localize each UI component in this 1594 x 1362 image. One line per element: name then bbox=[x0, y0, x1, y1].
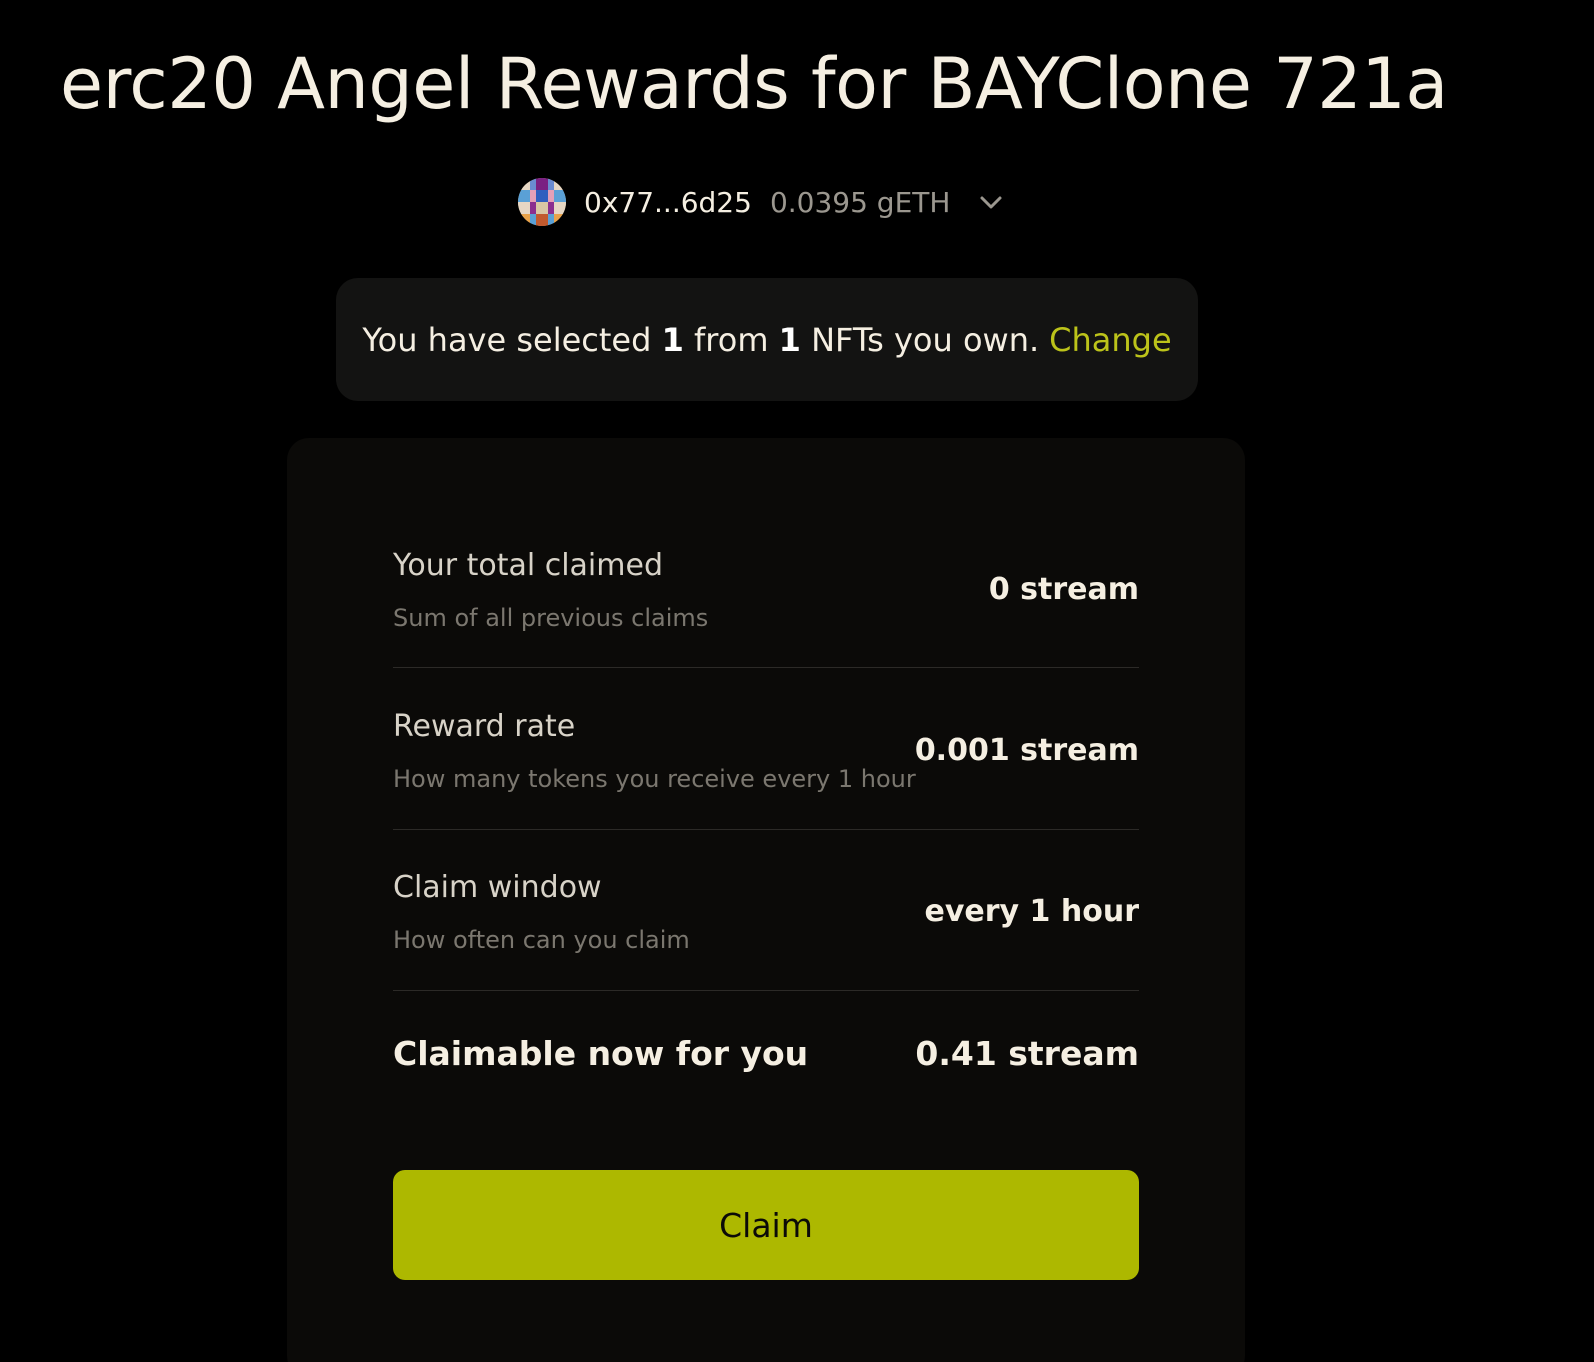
pixel-avatar-icon bbox=[518, 178, 566, 226]
reward-rate-value: 0.001 stream bbox=[914, 733, 1139, 768]
wallet-balance: 0.0395 gETH bbox=[769, 185, 951, 219]
rewards-card: Your total claimed Sum of all previous c… bbox=[287, 438, 1245, 1362]
total-claimed-description: Sum of all previous claims bbox=[393, 604, 709, 632]
owned-count: 1 bbox=[778, 320, 801, 359]
divider bbox=[393, 667, 1139, 668]
rewards-page: erc20 Angel Rewards for BAYClone 721a 0x… bbox=[0, 0, 1594, 1362]
total-claimed-label: Your total claimed bbox=[393, 548, 663, 583]
claim-window-label: Claim window bbox=[393, 870, 602, 905]
nft-selection-summary: You have selected 1 from 1 NFTs you own.… bbox=[336, 278, 1198, 401]
claim-window-value: every 1 hour bbox=[924, 894, 1139, 929]
page-title: erc20 Angel Rewards for BAYClone 721a bbox=[60, 43, 1448, 125]
claimable-now-row: Claimable now for you 0.41 stream bbox=[393, 1032, 1139, 1082]
total-claimed-row: Your total claimed Sum of all previous c… bbox=[393, 544, 1139, 634]
selected-count: 1 bbox=[661, 320, 684, 359]
selection-prefix: You have selected bbox=[362, 320, 652, 359]
chevron-down-icon[interactable] bbox=[978, 189, 1004, 215]
divider bbox=[393, 829, 1139, 830]
reward-rate-label: Reward rate bbox=[393, 709, 576, 744]
selection-middle: from bbox=[694, 320, 769, 359]
change-selection-link[interactable]: Change bbox=[1049, 321, 1172, 359]
total-claimed-value: 0 stream bbox=[988, 572, 1139, 607]
wallet-account-menu[interactable]: 0x77...6d25 0.0395 gETH bbox=[518, 178, 1004, 226]
claimable-now-label: Claimable now for you bbox=[393, 1034, 809, 1073]
claimable-now-value: 0.41 stream bbox=[915, 1034, 1139, 1073]
claim-window-row: Claim window How often can you claim eve… bbox=[393, 867, 1139, 957]
reward-rate-description: How many tokens you receive every 1 hour bbox=[393, 765, 916, 793]
wallet-address: 0x77...6d25 bbox=[584, 185, 752, 219]
claim-window-description: How often can you claim bbox=[393, 926, 690, 954]
divider bbox=[393, 990, 1139, 991]
selection-suffix: NFTs you own. bbox=[811, 320, 1040, 359]
claim-button[interactable]: Claim bbox=[393, 1170, 1139, 1280]
reward-rate-row: Reward rate How many tokens you receive … bbox=[393, 706, 1139, 796]
